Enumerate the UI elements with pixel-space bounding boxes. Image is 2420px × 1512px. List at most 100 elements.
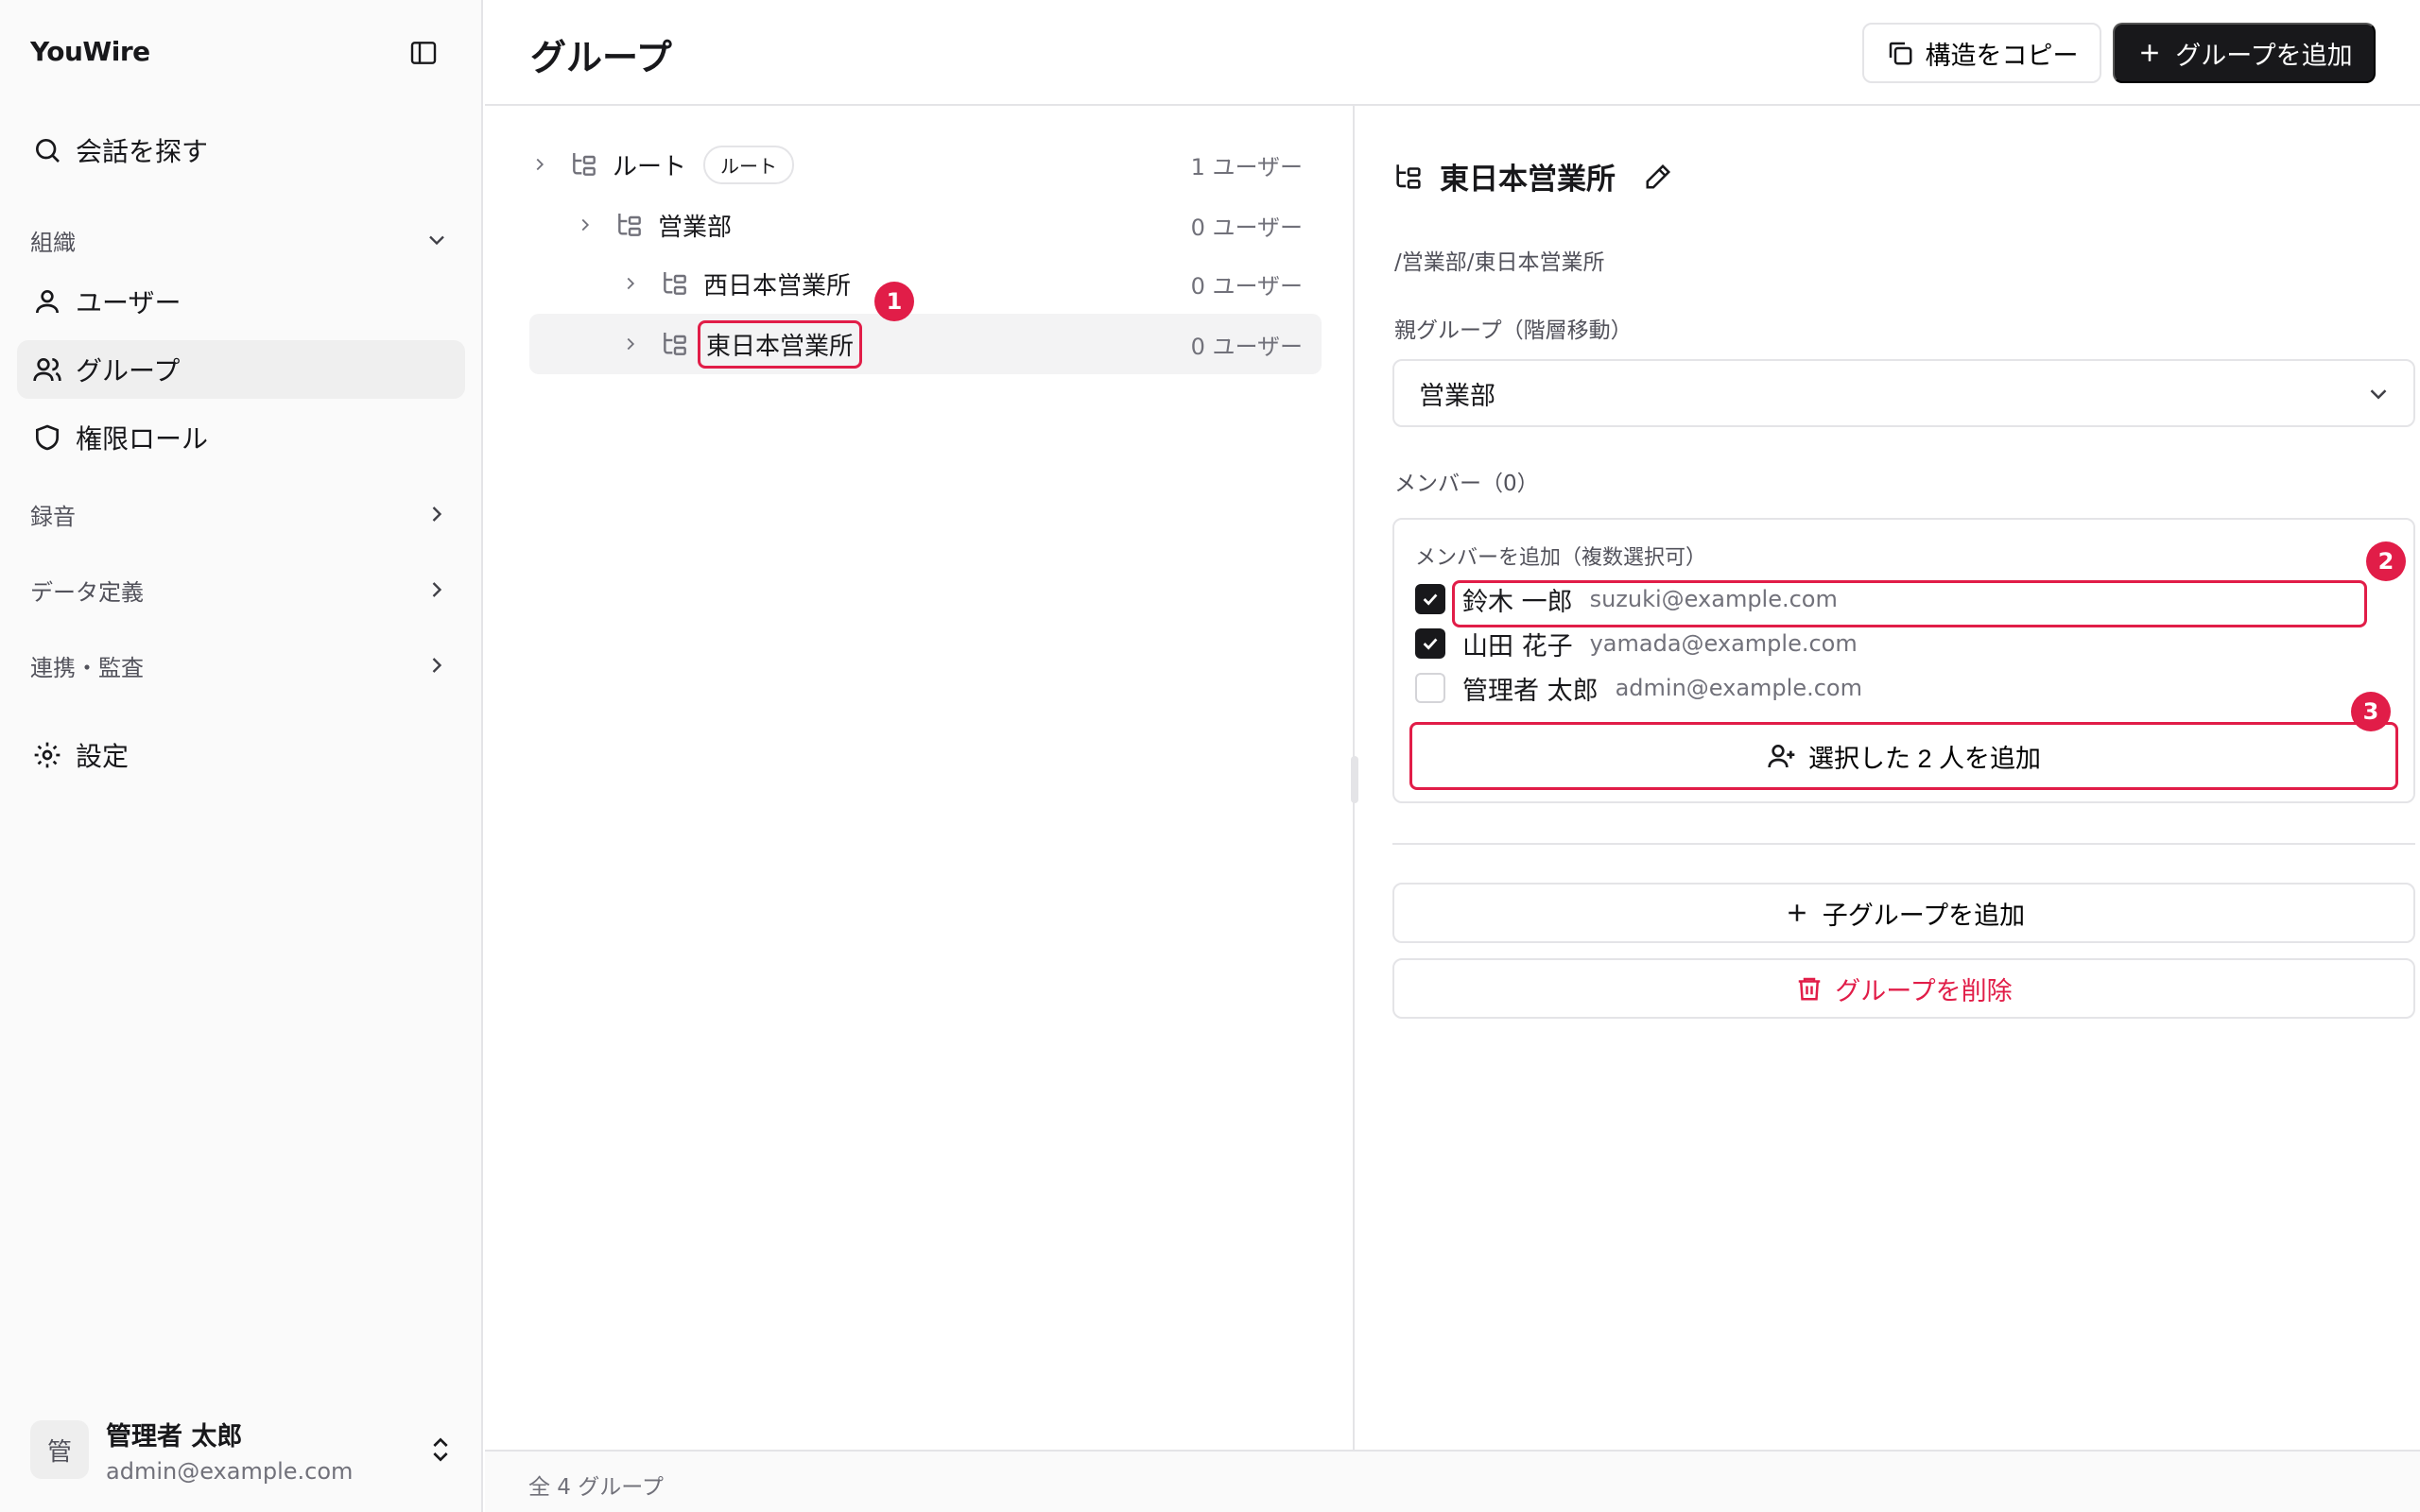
tree-row-label: 東日本営業所 bbox=[698, 319, 863, 369]
checkbox-unchecked[interactable] bbox=[1415, 673, 1445, 703]
user-count: 0 ユーザー bbox=[1190, 333, 1303, 360]
search-icon bbox=[32, 135, 62, 165]
annotation-marker-2: 2 bbox=[2366, 541, 2406, 581]
divider bbox=[1392, 843, 2415, 845]
add-child-group-button[interactable]: 子グループを追加 bbox=[1392, 883, 2415, 943]
candidate-yamada[interactable]: 山田 花子 yamada@example.com bbox=[1415, 625, 1858, 662]
candidate-highlight bbox=[1452, 580, 2367, 627]
group-tree-icon bbox=[1392, 161, 1425, 193]
group-path: /営業部/東日本営業所 bbox=[1394, 250, 1605, 275]
sidebar-item-search[interactable]: 会話を探す bbox=[17, 121, 465, 180]
status-bar: 全 4 グループ bbox=[485, 1450, 2420, 1512]
candidate-name: 管理者 太郎 bbox=[1462, 676, 1599, 706]
section-label: 組織 bbox=[30, 229, 76, 256]
button-label: 子グループを追加 bbox=[1822, 901, 2026, 930]
sidebar-item-label: グループ bbox=[76, 355, 181, 387]
tree-row-label: 営業部 bbox=[658, 213, 733, 242]
plus-icon bbox=[2135, 39, 2164, 67]
group-tree-icon bbox=[660, 268, 690, 299]
parent-group-select[interactable]: 営業部 bbox=[1392, 359, 2415, 427]
user-email: admin@example.com bbox=[106, 1457, 354, 1485]
annotation-marker-3: 3 bbox=[2351, 692, 2391, 731]
group-tree: ルート ルート 1 ユーザー 営業部 0 ユーザー 西日本営業所 0 ユーザー … bbox=[485, 106, 1355, 1450]
delete-group-button[interactable]: グループを削除 bbox=[1392, 958, 2415, 1019]
user-count: 0 ユーザー bbox=[1190, 214, 1303, 241]
tree-row-root[interactable]: ルート ルート 1 ユーザー bbox=[529, 134, 1322, 195]
sidebar: YouWire 会話を探す 組織 ユーザー グループ 権限ロール 録音 データ定… bbox=[0, 0, 483, 1512]
candidate-email: yamada@example.com bbox=[1589, 630, 1858, 657]
page-title: グループ bbox=[530, 37, 672, 78]
chevron-right-icon bbox=[424, 652, 450, 679]
pencil-icon[interactable] bbox=[1644, 163, 1672, 191]
sidebar-item-users[interactable]: ユーザー bbox=[17, 272, 465, 331]
sidebar-item-label: 会話を探す bbox=[76, 136, 209, 167]
user-name: 管理者 太郎 bbox=[106, 1421, 243, 1452]
section-label: 録音 bbox=[30, 503, 76, 530]
candidate-admin[interactable]: 管理者 太郎 admin@example.com bbox=[1415, 669, 1862, 707]
sidebar-section-data[interactable]: データ定義 bbox=[30, 571, 450, 609]
group-title-text: 東日本営業所 bbox=[1440, 163, 1616, 197]
select-value: 営業部 bbox=[1419, 381, 1495, 411]
sidebar-item-label: ユーザー bbox=[76, 287, 182, 318]
user-count: 0 ユーザー bbox=[1190, 272, 1303, 300]
copy-icon bbox=[1886, 39, 1914, 67]
user-menu[interactable]: 管 管理者 太郎 admin@example.com bbox=[30, 1416, 456, 1485]
tree-row-label: ルート bbox=[613, 152, 687, 181]
tree-row-west[interactable]: 西日本営業所 0 ユーザー bbox=[529, 253, 1322, 314]
sidebar-section-org[interactable]: 組織 bbox=[30, 221, 450, 259]
chevron-right-icon bbox=[424, 576, 450, 603]
candidate-email: admin@example.com bbox=[1615, 675, 1862, 701]
annotation-marker-1: 1 bbox=[874, 282, 914, 321]
button-label: 構造をコピー bbox=[1925, 41, 2079, 70]
user-info: 管理者 太郎 admin@example.com bbox=[106, 1416, 353, 1485]
user-plus-icon bbox=[1767, 741, 1797, 771]
trash-icon bbox=[1795, 974, 1824, 1003]
user-icon bbox=[32, 286, 62, 317]
group-title: 東日本営業所 bbox=[1392, 155, 1672, 198]
group-total: 全 4 グループ bbox=[528, 1475, 664, 1500]
tree-row-east[interactable]: 東日本営業所 0 ユーザー bbox=[529, 314, 1322, 374]
chevron-right-icon[interactable] bbox=[620, 334, 641, 354]
sidebar-item-groups[interactable]: グループ bbox=[17, 340, 465, 399]
chevron-right-icon bbox=[424, 501, 450, 527]
section-label: データ定義 bbox=[30, 578, 144, 606]
add-members-label: メンバーを追加（複数選択可） bbox=[1415, 546, 1707, 570]
sidebar-section-integration[interactable]: 連携・監査 bbox=[30, 646, 450, 684]
chevron-right-icon[interactable] bbox=[575, 215, 596, 235]
tree-row-label: 西日本営業所 bbox=[703, 271, 852, 301]
user-count: 1 ユーザー bbox=[1190, 153, 1303, 180]
copy-structure-button[interactable]: 構造をコピー bbox=[1862, 23, 2101, 83]
page-header: グループ 構造をコピー グループを追加 bbox=[485, 0, 2420, 106]
add-group-button[interactable]: グループを追加 bbox=[2113, 23, 2376, 83]
chevron-down-icon bbox=[2364, 380, 2393, 408]
candidate-name: 山田 花子 bbox=[1462, 631, 1573, 662]
sidebar-item-settings[interactable]: 設定 bbox=[17, 726, 465, 784]
section-label: 連携・監査 bbox=[30, 654, 144, 681]
chevron-down-icon bbox=[424, 227, 450, 253]
users-icon bbox=[32, 354, 62, 385]
tree-row-sales[interactable]: 営業部 0 ユーザー bbox=[529, 195, 1322, 255]
sidebar-section-recording[interactable]: 録音 bbox=[30, 495, 450, 533]
checkbox-checked[interactable] bbox=[1415, 584, 1445, 614]
chevrons-up-down-icon bbox=[425, 1435, 456, 1465]
group-tree-icon bbox=[660, 329, 690, 359]
sidebar-item-label: 権限ロール bbox=[76, 423, 209, 455]
avatar: 管 bbox=[30, 1420, 89, 1479]
chevron-right-icon[interactable] bbox=[620, 273, 641, 294]
group-tree-icon bbox=[569, 149, 599, 180]
root-badge: ルート bbox=[703, 145, 795, 184]
sidebar-toggle-icon[interactable] bbox=[408, 38, 439, 68]
add-members-panel: メンバーを追加（複数選択可） 鈴木 一郎 suzuki@example.com … bbox=[1392, 518, 2415, 803]
button-label: グループを削除 bbox=[1835, 976, 2013, 1005]
chevron-right-icon[interactable] bbox=[529, 154, 550, 175]
sidebar-item-label: 設定 bbox=[76, 741, 130, 772]
plus-icon bbox=[1783, 899, 1811, 927]
gear-icon bbox=[32, 740, 62, 770]
group-detail: 東日本営業所 /営業部/東日本営業所 親グループ（階層移動） 営業部 メンバー（… bbox=[1357, 106, 2420, 1450]
members-label: メンバー（0） bbox=[1394, 472, 1539, 496]
sidebar-item-roles[interactable]: 権限ロール bbox=[17, 408, 465, 467]
checkbox-checked[interactable] bbox=[1415, 628, 1445, 659]
shield-icon bbox=[32, 422, 62, 453]
button-label: グループを追加 bbox=[2175, 41, 2353, 70]
add-selected-members-button[interactable]: 選択した 2 人を追加 bbox=[1409, 722, 2398, 790]
